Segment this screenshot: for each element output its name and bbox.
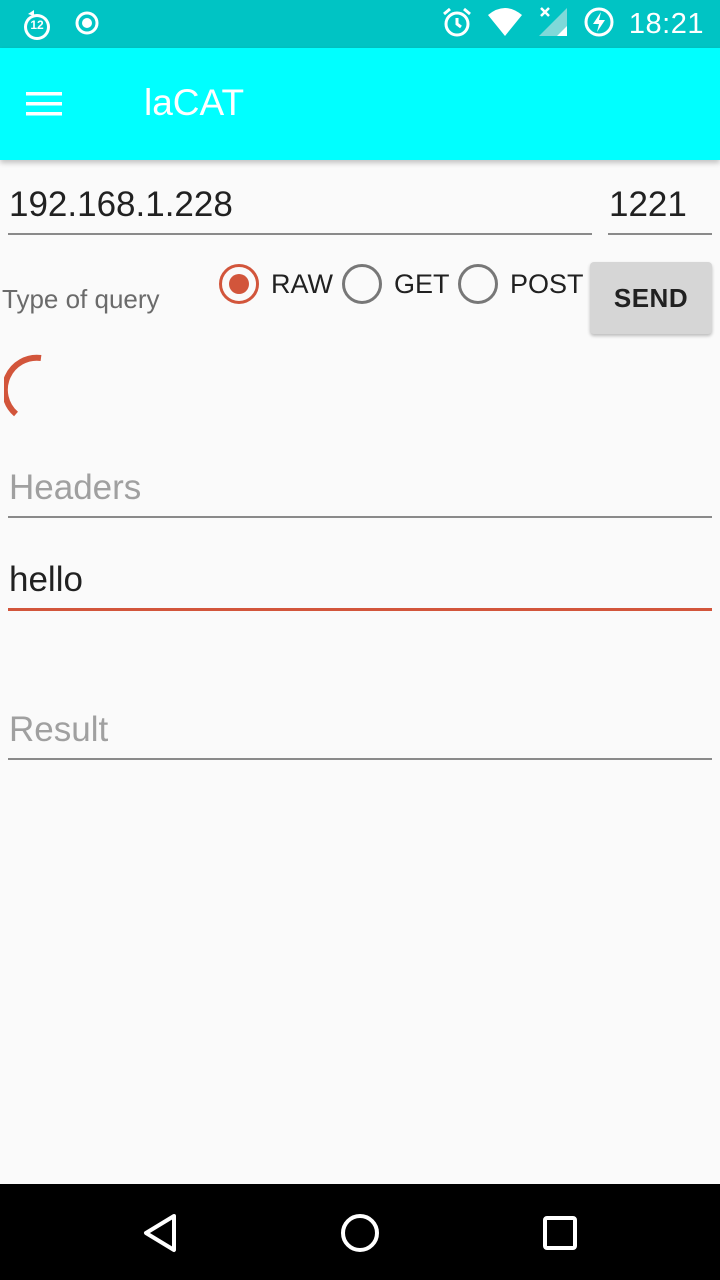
menu-button[interactable] bbox=[24, 80, 88, 128]
radio-get[interactable]: GET bbox=[342, 262, 450, 306]
radio-raw-indicator bbox=[219, 264, 259, 304]
headers-field[interactable]: Headers bbox=[8, 458, 712, 518]
send-button[interactable]: SEND bbox=[590, 262, 712, 334]
radio-post[interactable]: POST bbox=[458, 262, 584, 306]
result-field[interactable]: Result bbox=[8, 700, 712, 760]
query-type-label: Type of query bbox=[2, 284, 160, 314]
home-icon bbox=[335, 1214, 385, 1262]
recents-button[interactable] bbox=[535, 1208, 585, 1258]
signal-icon bbox=[537, 6, 569, 43]
radio-raw[interactable]: RAW bbox=[219, 262, 333, 306]
ip-address-value: 192.168.1.228 bbox=[9, 185, 233, 224]
home-button[interactable] bbox=[335, 1208, 385, 1258]
app-bar: laCAT bbox=[0, 48, 720, 160]
body-field[interactable]: hello bbox=[8, 550, 712, 611]
back-icon bbox=[136, 1214, 186, 1262]
target-icon bbox=[74, 10, 100, 41]
app-title: laCAT bbox=[144, 82, 245, 123]
result-placeholder: Result bbox=[9, 710, 109, 749]
port-field[interactable]: 1221 bbox=[608, 176, 712, 235]
headers-placeholder: Headers bbox=[9, 468, 142, 507]
port-value: 1221 bbox=[609, 185, 687, 224]
radio-get-indicator bbox=[342, 264, 382, 304]
battery-charging-icon bbox=[583, 6, 615, 43]
loading-spinner bbox=[1, 350, 84, 430]
notification-badge-count: 12 bbox=[30, 18, 44, 32]
status-bar: 12 18:21 bbox=[0, 0, 720, 48]
radio-post-label: POST bbox=[510, 268, 584, 299]
body-value: hello bbox=[9, 560, 83, 599]
wifi-icon bbox=[487, 7, 523, 42]
navigation-bar bbox=[0, 1184, 720, 1280]
radio-get-label: GET bbox=[394, 268, 450, 299]
radio-post-indicator bbox=[458, 264, 498, 304]
back-button[interactable] bbox=[136, 1208, 186, 1258]
hamburger-menu-icon bbox=[24, 92, 64, 132]
alarm-icon bbox=[441, 6, 473, 43]
recents-icon bbox=[535, 1216, 585, 1262]
status-clock: 18:21 bbox=[628, 8, 704, 40]
radio-raw-label: RAW bbox=[271, 268, 333, 299]
ip-address-field[interactable]: 192.168.1.228 bbox=[8, 176, 592, 235]
notification-badge-icon: 12 bbox=[20, 8, 54, 42]
